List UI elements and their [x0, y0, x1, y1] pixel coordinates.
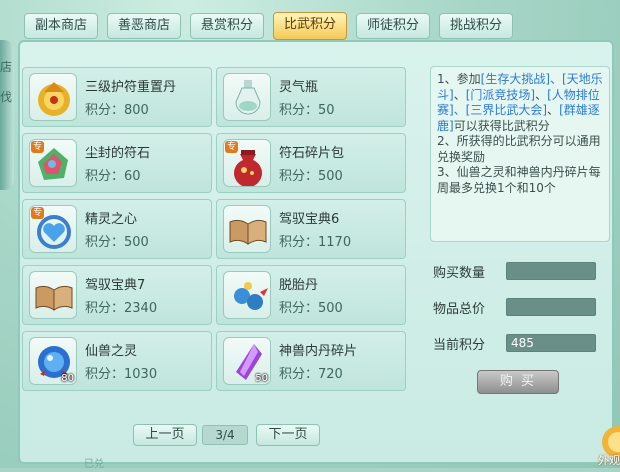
total-price-label: 物品总价: [433, 302, 486, 317]
rule-text: 1、参加: [437, 72, 481, 86]
side-edge-char: 店: [0, 60, 13, 74]
quantity-label: 购买数量: [433, 266, 486, 281]
current-points-label: 当前积分: [433, 338, 486, 353]
sealed-runestone-icon: 专: [29, 139, 77, 187]
appearance-button[interactable]: 外观: [592, 408, 620, 468]
beast-spirit-orb-icon: 80: [29, 337, 77, 385]
shop-item[interactable]: 专 符石碎片包 积分：500: [216, 133, 406, 193]
shop-item[interactable]: 50 神兽内丹碎片 积分：720: [216, 331, 406, 391]
buy-button[interactable]: 购 买: [477, 370, 559, 394]
tab-duel-points[interactable]: 比武积分: [273, 12, 347, 46]
tab-dungeon-shop[interactable]: 副本商店: [24, 13, 98, 39]
tab-challenge-points[interactable]: 挑战积分: [439, 13, 513, 39]
item-name: 驾驭宝典7: [85, 278, 146, 293]
item-price: 积分：720: [279, 367, 343, 382]
item-price: 积分：500: [279, 301, 343, 316]
exclusive-badge: 专: [225, 141, 239, 153]
open-book-icon: [29, 271, 77, 319]
item-price: 积分：1170: [279, 235, 352, 250]
shop-item[interactable]: 三级护符重置丹 积分：800: [22, 67, 212, 127]
item-price: 积分：500: [279, 169, 343, 184]
tab-label: 师徒积分: [366, 18, 419, 33]
side-edge-char: 伐: [0, 90, 13, 104]
item-price: 积分：50: [279, 103, 335, 118]
page-indicator: 3/4: [202, 425, 248, 445]
tab-label: 善恶商店: [117, 18, 170, 33]
runestone-fragment-bag-icon: 专: [223, 139, 271, 187]
shop-item[interactable]: 驾驭宝典7 积分：2340: [22, 265, 212, 325]
item-price: 积分：2340: [85, 301, 158, 316]
quantity-field[interactable]: [506, 262, 596, 280]
rule-link[interactable]: [门派竞技场]: [466, 88, 535, 102]
spirit-heart-icon: 专: [29, 205, 77, 253]
item-name: 灵气瓶: [279, 80, 319, 95]
prev-page-button[interactable]: 上一页: [133, 424, 197, 446]
spirit-bottle-icon: [223, 73, 271, 121]
rule-text: 可以获得比武积分: [453, 118, 550, 133]
shop-item[interactable]: 脱胎丹 积分：500: [216, 265, 406, 325]
rule-text: 、: [547, 103, 560, 117]
item-price: 积分：1030: [85, 367, 158, 382]
item-price: 积分：500: [85, 235, 149, 250]
item-name: 仙兽之灵: [85, 344, 138, 359]
shop-item[interactable]: 专 精灵之心 积分：500: [22, 199, 212, 259]
shop-item[interactable]: 专 尘封的符石 积分：60: [22, 133, 212, 193]
shop-item[interactable]: 驾驭宝典6 积分：1170: [216, 199, 406, 259]
purple-crystal-icon: 50: [223, 337, 271, 385]
rules-info-box: 1、参加[生存大挑战]、[天地乐斗]、[门派竞技场]、[人物排位赛]、[三界比武…: [430, 66, 610, 242]
item-name: 精灵之心: [85, 212, 138, 227]
item-count: 80: [61, 373, 74, 384]
appearance-label: 外观: [598, 454, 620, 467]
item-name: 脱胎丹: [279, 278, 319, 293]
shop-item[interactable]: 80 仙兽之灵 积分：1030: [22, 331, 212, 391]
next-page-button[interactable]: 下一页: [256, 424, 320, 446]
tab-bounty-points[interactable]: 悬赏积分: [190, 13, 264, 39]
tab-mentor-points[interactable]: 师徒积分: [356, 13, 430, 39]
item-name: 神兽内丹碎片: [279, 344, 358, 359]
item-price: 积分：60: [85, 169, 141, 184]
exclusive-badge: 专: [31, 141, 45, 153]
open-book-icon: [223, 205, 271, 253]
item-count: 50: [255, 373, 268, 384]
total-price-field: [506, 298, 596, 316]
left-side-tab[interactable]: 店 伐: [0, 40, 14, 190]
rule-text: 、: [453, 87, 466, 102]
tab-label: 悬赏积分: [200, 18, 253, 33]
tab-label: 比武积分: [283, 17, 336, 32]
golden-lotus-pill-icon: [29, 73, 77, 121]
item-price: 积分：800: [85, 103, 149, 118]
current-points-field: 485: [506, 334, 596, 352]
exclusive-badge: 专: [31, 207, 45, 219]
tab-karma-shop[interactable]: 善恶商店: [107, 13, 181, 39]
shop-item[interactable]: 灵气瓶 积分：50: [216, 67, 406, 127]
tab-label: 副本商店: [34, 18, 87, 33]
rule-text: 、: [535, 87, 548, 102]
blue-birds-pill-icon: [223, 271, 271, 319]
item-name: 驾驭宝典6: [279, 212, 340, 227]
item-name: 尘封的符石: [85, 146, 151, 161]
rule-text: 2、所获得的比武积分可以通用兑换奖励: [437, 134, 601, 164]
item-name: 三级护符重置丹: [85, 80, 177, 95]
tab-label: 挑战积分: [449, 18, 502, 33]
rule-text: 3、仙兽之灵和神兽内丹碎片每周最多兑换1个和10个: [437, 165, 601, 195]
item-name: 符石碎片包: [279, 146, 345, 161]
